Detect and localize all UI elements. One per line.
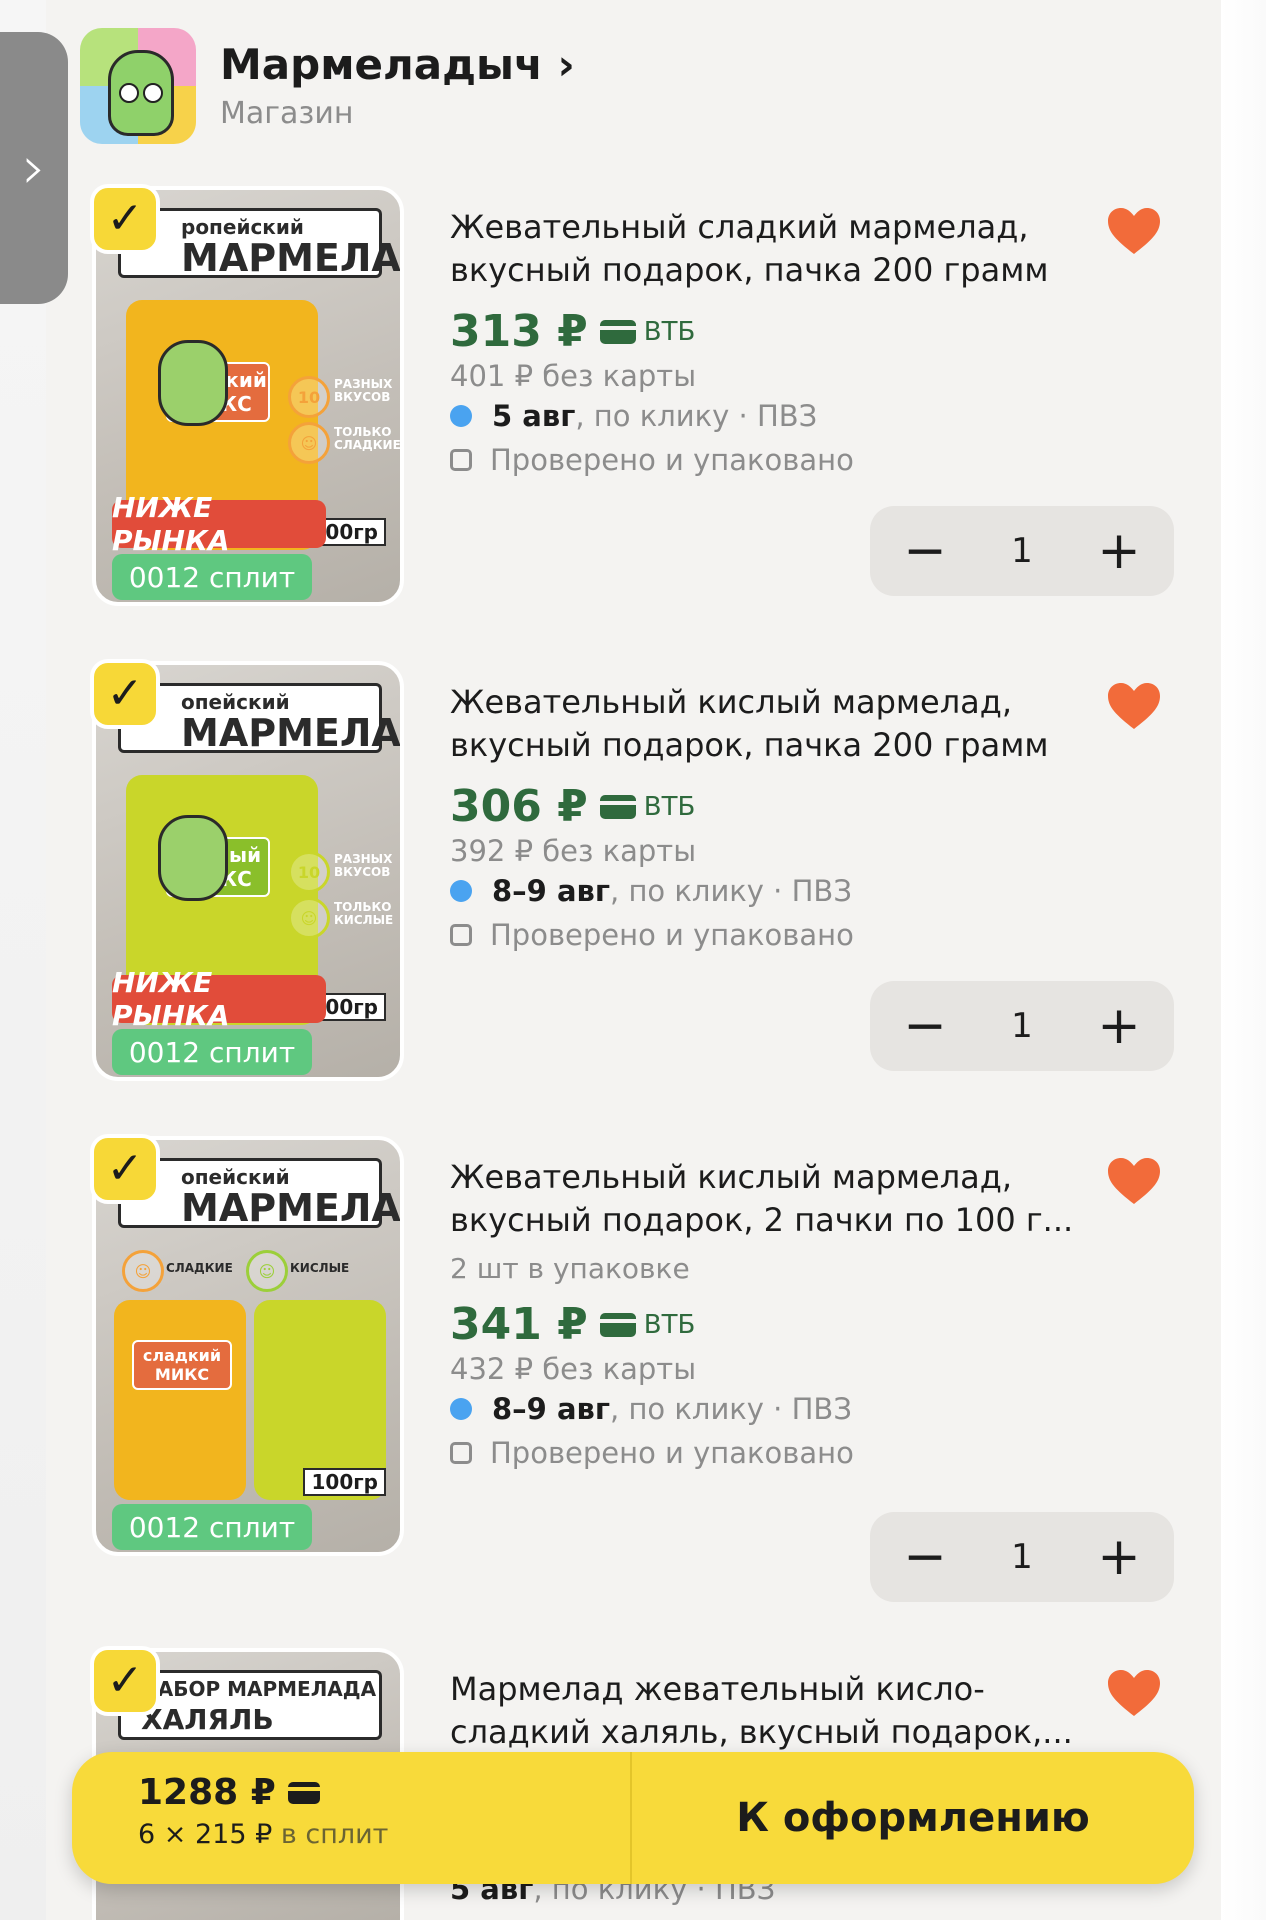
product-title[interactable]: Мармелад жевательный кисло-сладкий халял… [450,1668,1110,1754]
cart-item: ропейскийМАРМЕЛАД сладкий МИКС 10 РАЗНЫХ… [90,184,1182,616]
checkmark-icon: ✓ [106,1143,144,1194]
favorite-heart-icon[interactable] [1106,1156,1162,1206]
quality-note: Проверено и упаковано [450,1436,1110,1470]
price: 313 ₽ [450,306,588,357]
checkout-bar: 1288 ₽ 6 × 215 ₽ в сплит К оформлению [72,1752,1194,1884]
price-without-card: 401 ₽ без карты [450,359,697,393]
chevron-right-icon: › [22,133,46,203]
delivery-info: 8–9 авг, по клику · ПВЗ [450,1392,1110,1426]
price: 341 ₽ [450,1299,588,1350]
checkmark-icon: ✓ [106,1655,144,1706]
cart-total: 1288 ₽ 6 × 215 ₽ в сплит [72,1752,632,1884]
store-subtitle: Магазин [220,96,354,131]
increase-button[interactable]: + [1096,525,1142,577]
pack-note: 2 шт в упаковке [450,1252,690,1285]
quality-note: Проверено и упаковано [450,443,1110,477]
bank-label: ВТБ [643,791,696,822]
bank-label: ВТБ [643,1309,696,1340]
decrease-button[interactable]: − [902,1000,948,1052]
checkmark-icon: ✓ [106,193,144,244]
card-icon [287,1781,320,1804]
cart-item: опейскийМАРМЕЛАД ☺ СЛАДКИЕ ☺ КИСЛЫЕ слад… [90,1134,1182,1602]
quantity-value: 1 [1011,1537,1033,1577]
package-icon [450,1442,472,1464]
price: 306 ₽ [450,781,588,832]
cart-item: опейскийМАРМЕЛАД кислый МИКС 10 РАЗНЫХ В… [90,659,1182,1091]
split-info[interactable]: 6 × 215 ₽ в сплит [138,1819,630,1850]
product-title[interactable]: Жевательный кислый мармелад, вкусный под… [450,681,1110,767]
price-without-card: 392 ₽ без карты [450,834,697,868]
quantity-stepper: − 1 + [870,1512,1174,1602]
favorite-heart-icon[interactable] [1106,681,1162,731]
store-logo [80,28,196,144]
quality-note: Проверено и упаковано [450,918,1110,952]
delivery-info: 5 авг, по клику · ПВЗ [450,399,1110,433]
delivery-info: 8–9 авг, по клику · ПВЗ [450,874,1110,908]
decrease-button[interactable]: − [902,1531,948,1583]
quantity-value: 1 [1011,531,1033,571]
bank-card-icon [599,1312,636,1337]
favorite-heart-icon[interactable] [1106,206,1162,256]
product-title[interactable]: Жевательный кислый мармелад, вкусный под… [450,1156,1110,1242]
product-title[interactable]: Жевательный сладкий мармелад, вкусный по… [450,206,1110,292]
select-checkbox[interactable]: ✓ [90,1134,160,1204]
checkmark-icon: ✓ [106,668,144,719]
package-icon [450,449,472,471]
increase-button[interactable]: + [1096,1000,1142,1052]
package-icon [450,924,472,946]
delivery-dot-icon [450,405,472,427]
total-amount: 1288 ₽ [138,1772,276,1813]
select-checkbox[interactable]: ✓ [90,659,160,729]
checkout-button[interactable]: К оформлению [632,1752,1194,1884]
panel-edge [1221,0,1266,1920]
bank-card-icon [599,794,636,819]
select-checkbox[interactable]: ✓ [90,1646,160,1716]
decrease-button[interactable]: − [902,525,948,577]
bank-label: ВТБ [643,316,696,347]
quantity-stepper: − 1 + [870,981,1174,1071]
collapse-side-tab[interactable]: › [0,32,68,304]
delivery-dot-icon [450,1398,472,1420]
favorite-heart-icon[interactable] [1106,1668,1162,1718]
quantity-stepper: − 1 + [870,506,1174,596]
select-checkbox[interactable]: ✓ [90,184,160,254]
delivery-dot-icon [450,880,472,902]
price-without-card: 432 ₽ без карты [450,1352,697,1386]
quantity-value: 1 [1011,1006,1033,1046]
bank-card-icon [599,319,636,344]
increase-button[interactable]: + [1096,1531,1142,1583]
store-name[interactable]: Мармеладыч › [220,40,575,89]
